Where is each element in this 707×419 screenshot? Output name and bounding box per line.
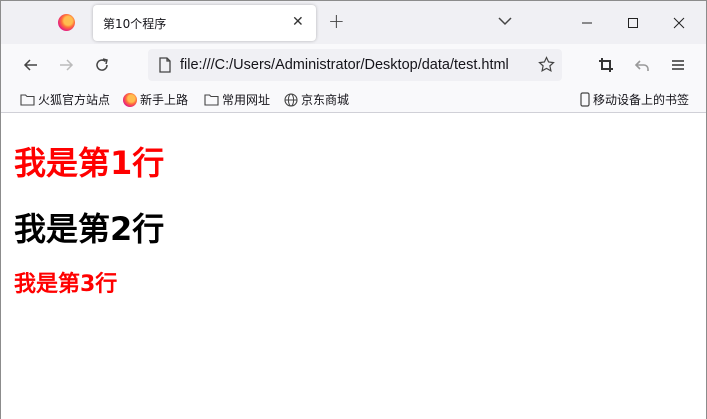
mobile-icon	[580, 92, 590, 107]
heading-line-2: 我是第2行	[14, 210, 165, 248]
bookmark-item[interactable]: 火狐官方站点	[20, 91, 110, 108]
forward-arrow-icon	[60, 59, 74, 71]
heading-line-3: 我是第3行	[14, 272, 118, 297]
tab-strip: 第10个程序 ✕ +	[1, 1, 706, 44]
url-text[interactable]: file:///C:/Users/Administrator/Desktop/d…	[180, 57, 509, 73]
globe-icon	[284, 92, 298, 107]
forward-button[interactable]	[56, 55, 76, 75]
bookmarks-toolbar: 火狐官方站点 新手上路 常用网址 京东商城 移动设备上的书签	[1, 86, 706, 113]
url-bar[interactable]: file:///C:/Users/Administrator/Desktop/d…	[148, 49, 562, 81]
bookmark-label: 新手上路	[140, 93, 189, 107]
page-content: 我是第1行 我是第2行 我是第3行	[1, 114, 706, 419]
folder-icon	[204, 94, 219, 106]
mobile-bookmarks-item[interactable]: 移动设备上的书签	[580, 91, 689, 108]
navigation-bar: file:///C:/Users/Administrator/Desktop/d…	[1, 44, 706, 86]
mobile-bookmarks-label: 移动设备上的书签	[593, 93, 690, 107]
tab-active[interactable]: 第10个程序 ✕	[93, 5, 316, 41]
browser-window: 第10个程序 ✕ + file:///C:/Users/Administrato…	[0, 0, 707, 419]
back-button[interactable]	[21, 55, 41, 75]
bookmark-label: 京东商城	[301, 93, 350, 107]
reload-icon	[96, 58, 108, 71]
menu-button[interactable]	[668, 55, 688, 75]
bookmark-item[interactable]: 常用网址	[204, 91, 270, 108]
maximize-button[interactable]	[610, 1, 656, 44]
list-all-tabs-icon[interactable]	[497, 13, 513, 33]
undo-button[interactable]	[632, 55, 652, 75]
back-arrow-icon	[23, 59, 37, 71]
close-window-button[interactable]	[656, 1, 702, 44]
screenshot-crop-button[interactable]	[596, 55, 616, 75]
crop-icon	[599, 58, 613, 72]
minimize-button[interactable]	[564, 1, 610, 44]
undo-icon	[634, 60, 649, 71]
hamburger-menu-icon	[672, 60, 684, 70]
bookmark-item[interactable]: 京东商城	[284, 91, 349, 108]
bookmark-label: 常用网址	[222, 93, 271, 107]
new-tab-button[interactable]: +	[328, 11, 345, 31]
folder-icon	[20, 94, 35, 106]
bookmark-star-icon[interactable]	[538, 56, 555, 77]
tab-title: 第10个程序	[103, 17, 167, 31]
firefox-view-icon[interactable]	[58, 14, 75, 31]
reload-button[interactable]	[92, 55, 112, 75]
bookmark-item[interactable]: 新手上路	[123, 91, 188, 108]
heading-line-1: 我是第1行	[14, 144, 165, 182]
firefox-icon	[123, 92, 137, 107]
tab-close-icon[interactable]: ✕	[292, 14, 304, 30]
bookmark-label: 火狐官方站点	[38, 93, 111, 107]
page-icon	[158, 57, 172, 77]
